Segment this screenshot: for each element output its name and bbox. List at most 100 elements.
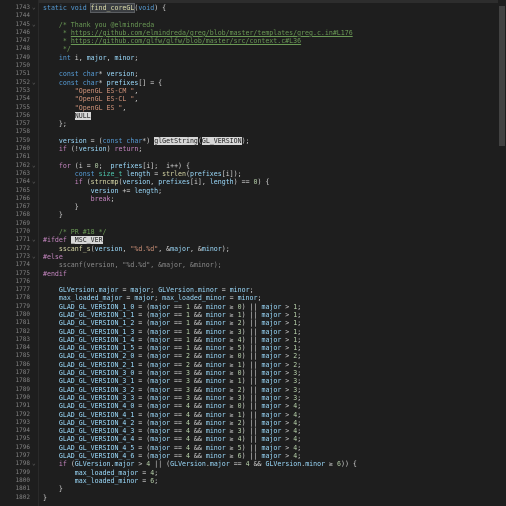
- code-token: #ifdef: [43, 236, 71, 245]
- code-token: major: [261, 410, 282, 419]
- code-line[interactable]: 1751 const char* version;: [0, 70, 506, 78]
- code-token: int: [58, 53, 75, 62]
- fold-chevron-icon[interactable]: ⌄: [32, 236, 40, 244]
- fold-chevron-icon[interactable]: ⌄: [32, 253, 40, 261]
- code-line[interactable]: 1769: [0, 220, 506, 228]
- code-line[interactable]: 1786 GLAD_GL_VERSION_2_1 = (major == 2 &…: [0, 361, 506, 369]
- code-line[interactable]: 1800 max_loaded_minor = 6;: [0, 477, 506, 485]
- fold-chevron-icon[interactable]: ⌄: [32, 79, 40, 87]
- code-token: max_loaded_major: [58, 294, 123, 303]
- code-line[interactable]: 1781 GLAD_GL_VERSION_1_2 = (major == 1 &…: [0, 319, 506, 327]
- code-line[interactable]: 1773 ⌄ #else: [0, 253, 506, 261]
- code-token: major: [261, 427, 282, 436]
- code-area[interactable]: 1743 ⌄ static void find_coreGL(void) {1744…: [0, 3, 506, 502]
- code-line[interactable]: 1763 const size_t length = strlen(prefix…: [0, 170, 506, 178]
- code-token: ==: [170, 310, 186, 319]
- code-token: ) ||: [241, 302, 262, 311]
- code-line[interactable]: 1784 GLAD_GL_VERSION_1_5 = (major == 1 &…: [0, 344, 506, 352]
- code-line[interactable]: 1744: [0, 12, 506, 20]
- code-token: = (: [134, 393, 151, 402]
- scrollbar-thumb[interactable]: [499, 6, 505, 146]
- fold-chevron-icon[interactable]: ⌄: [32, 460, 40, 468]
- code-line[interactable]: 1779 GLAD_GL_VERSION_1_0 = (major == 1 &…: [0, 303, 506, 311]
- code-line[interactable]: 1753 "OpenGL ES-CM ",: [0, 87, 506, 95]
- code-token: char: [82, 78, 99, 87]
- code-text: sscanf_s(version, "%d.%d", &major, &mino…: [43, 245, 230, 253]
- code-token: >: [281, 335, 294, 344]
- code-token: GLAD_GL_VERSION_3_3: [58, 393, 135, 402]
- code-line[interactable]: 1776: [0, 278, 506, 286]
- code-line[interactable]: 1789 GLAD_GL_VERSION_3_2 = (major == 3 &…: [0, 386, 506, 394]
- code-line[interactable]: 1762 ⌄ for (i = 0; prefixes[i]; i++) {: [0, 162, 506, 170]
- code-token: major: [150, 352, 171, 361]
- code-token: ;: [297, 452, 302, 461]
- code-line[interactable]: 1766 break;: [0, 195, 506, 203]
- code-line[interactable]: 1777 GLVersion.major = major; GLVersion.…: [0, 286, 506, 294]
- code-line[interactable]: 1746 * https://github.com/elmindreda/gre…: [0, 29, 506, 37]
- code-line[interactable]: 1758: [0, 128, 506, 136]
- code-token: major: [150, 344, 171, 353]
- code-token: ≥: [225, 452, 238, 461]
- code-line[interactable]: 1785 GLAD_GL_VERSION_2_0 = (major == 2 &…: [0, 352, 506, 360]
- code-token: major: [150, 418, 171, 427]
- code-token: GLAD_GL_VERSION_2_0: [58, 352, 135, 361]
- code-line[interactable]: 1754 "OpenGL ES-CL ",: [0, 95, 506, 103]
- code-line[interactable]: 1788 GLAD_GL_VERSION_3_1 = (major == 3 &…: [0, 377, 506, 385]
- code-line[interactable]: 1778 max_loaded_major = major; max_loade…: [0, 294, 506, 302]
- code-line[interactable]: 1748 */: [0, 45, 506, 53]
- code-token: ==: [170, 418, 186, 427]
- code-line[interactable]: 1752 ⌄ const char* prefixes[] = {: [0, 79, 506, 87]
- fold-chevron-icon[interactable]: ⌄: [32, 162, 40, 170]
- vertical-scrollbar[interactable]: [498, 0, 506, 506]
- code-line[interactable]: 1770 /* PR #18 */: [0, 228, 506, 236]
- code-line[interactable]: 1796 GLAD_GL_VERSION_4_5 = (major == 4 &…: [0, 444, 506, 452]
- code-line[interactable]: 1792 GLAD_GL_VERSION_4_1 = (major == 4 &…: [0, 411, 506, 419]
- code-token: ;: [297, 352, 302, 361]
- fold-chevron-icon[interactable]: ⌄: [32, 178, 40, 186]
- fold-chevron-icon[interactable]: ⌄: [32, 4, 40, 12]
- code-line[interactable]: 1794 GLAD_GL_VERSION_4_3 = (major == 4 &…: [0, 427, 506, 435]
- code-line[interactable]: 1783 GLAD_GL_VERSION_1_4 = (major == 1 &…: [0, 336, 506, 344]
- code-line[interactable]: 1756 NULL: [0, 111, 506, 120]
- code-line[interactable]: 1759 version = (const char*) glGetString…: [0, 136, 506, 145]
- code-line[interactable]: 1790 GLAD_GL_VERSION_3_3 = (major == 3 &…: [0, 394, 506, 402]
- code-token: const: [74, 169, 99, 178]
- code-token: ;: [158, 186, 163, 195]
- code-line[interactable]: 1797 GLAD_GL_VERSION_4_6 = (major == 4 &…: [0, 452, 506, 460]
- code-line[interactable]: 1764 ⌄ if (strncmp(version, prefixes[i], …: [0, 178, 506, 186]
- code-line[interactable]: 1772 sscanf_s(version, "%d.%d", &major, …: [0, 245, 506, 253]
- code-line[interactable]: 1774 sscanf(version, "%d.%d", &major, &m…: [0, 261, 506, 269]
- code-line[interactable]: 1749 int i, major, minor;: [0, 54, 506, 62]
- code-line[interactable]: 1801 }: [0, 485, 506, 493]
- code-line[interactable]: 1760 if (!version) return;: [0, 145, 506, 153]
- code-token: prefixes: [158, 178, 190, 187]
- code-line[interactable]: 1771 ⌄ #ifdef _MSC_VER: [0, 236, 506, 245]
- code-line[interactable]: 1765 version += length;: [0, 187, 506, 195]
- code-line[interactable]: 1791 GLAD_GL_VERSION_4_0 = (major == 4 &…: [0, 402, 506, 410]
- code-line[interactable]: 1775 #endif: [0, 270, 506, 278]
- code-line[interactable]: 1782 GLAD_GL_VERSION_1_3 = (major == 1 &…: [0, 328, 506, 336]
- code-line[interactable]: 1767 }: [0, 203, 506, 211]
- code-line[interactable]: 1757 };: [0, 120, 506, 128]
- code-line[interactable]: 1798 ⌄ if (GLVersion.major > 4 || (GLVers…: [0, 460, 506, 468]
- code-line[interactable]: 1755 "OpenGL ES ",: [0, 104, 506, 112]
- code-line[interactable]: 1750: [0, 62, 506, 70]
- code-token: "%d.%d": [130, 244, 159, 253]
- code-line[interactable]: 1780 GLAD_GL_VERSION_1_1 = (major == 1 &…: [0, 311, 506, 319]
- code-line[interactable]: 1747 * https://github.com/glfw/glfw/blob…: [0, 37, 506, 45]
- code-line[interactable]: 1787 GLAD_GL_VERSION_3_0 = (major == 3 &…: [0, 369, 506, 377]
- code-line[interactable]: 1745 ⌄ /* Thank you @elmindreda: [0, 21, 506, 29]
- code-token: major: [261, 452, 282, 461]
- code-line[interactable]: 1793 GLAD_GL_VERSION_4_2 = (major == 4 &…: [0, 419, 506, 427]
- code-line[interactable]: 1761: [0, 153, 506, 161]
- code-line[interactable]: 1802}: [0, 494, 506, 502]
- code-line[interactable]: 1743 ⌄ static void find_coreGL(void) {: [0, 3, 506, 13]
- fold-chevron-icon[interactable]: ⌄: [32, 21, 40, 29]
- code-line[interactable]: 1795 GLAD_GL_VERSION_4_4 = (major == 4 &…: [0, 435, 506, 443]
- code-editor[interactable]: 1743 ⌄ static void find_coreGL(void) {1744…: [0, 0, 506, 506]
- code-line[interactable]: 1799 max_loaded_major = 4;: [0, 469, 506, 477]
- code-token: ;: [297, 427, 302, 436]
- code-line[interactable]: 1768 }: [0, 211, 506, 219]
